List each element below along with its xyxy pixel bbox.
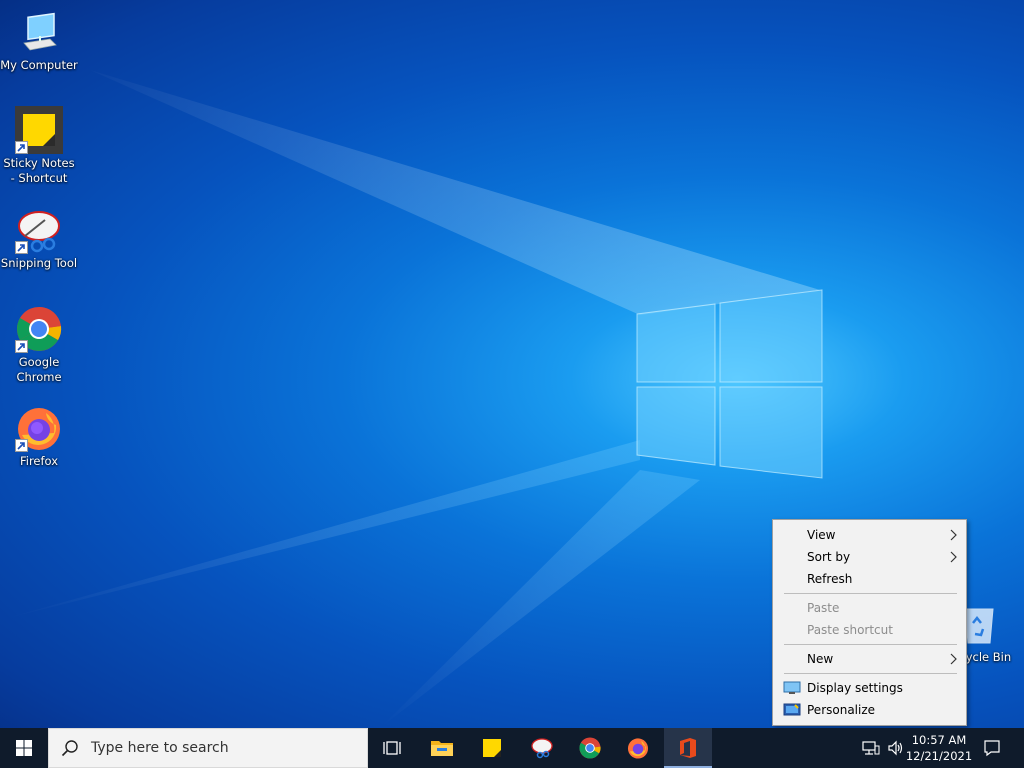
office-button[interactable] — [664, 728, 712, 768]
clock-date: 12/21/2021 — [905, 749, 973, 763]
menu-item-new[interactable]: New — [775, 648, 964, 670]
menu-separator — [784, 673, 957, 674]
taskbar-chrome[interactable] — [566, 728, 614, 768]
menu-item-paste[interactable]: Paste — [775, 597, 964, 619]
chevron-right-icon — [950, 653, 957, 665]
taskbar-sticky-notes[interactable] — [468, 728, 516, 768]
personalize-icon — [783, 703, 801, 716]
windows-logo-wallpaper — [636, 289, 823, 479]
search-icon — [61, 740, 78, 757]
speaker-icon — [888, 740, 903, 756]
office-icon — [680, 738, 696, 758]
menu-item-label: View — [807, 528, 836, 542]
file-explorer-icon — [431, 741, 453, 756]
snipping-tool-icon — [531, 738, 553, 759]
taskbar: Type here to search 10:57 AM 12/21/2021 — [0, 728, 1024, 768]
sticky-notes-icon — [15, 106, 63, 154]
menu-item-personalize[interactable]: Personalize — [775, 699, 964, 721]
desktop-icon-sticky-notes[interactable]: Sticky Notes - Shortcut — [0, 106, 78, 186]
menu-item-sort-by[interactable]: Sort by — [775, 546, 964, 568]
chevron-right-icon — [950, 551, 957, 563]
firefox-icon — [15, 404, 63, 452]
taskbar-snipping-tool[interactable] — [518, 728, 566, 768]
menu-item-display-settings[interactable]: Display settings — [775, 677, 964, 699]
display-settings-icon — [783, 681, 801, 694]
menu-separator — [784, 593, 957, 594]
menu-separator — [784, 644, 957, 645]
desktop-context-menu: View Sort by Refresh Paste Paste shortcu… — [772, 519, 967, 726]
shortcut-arrow-icon — [15, 241, 28, 254]
taskbar-search-box[interactable]: Type here to search — [48, 728, 368, 768]
menu-item-label: New — [807, 652, 834, 666]
desktop-icon-label: My Computer — [0, 58, 78, 72]
chevron-right-icon — [950, 529, 957, 541]
desktop-icon-label: Google Chrome — [16, 355, 62, 384]
desktop-icon-google-chrome[interactable]: Google Chrome — [0, 305, 78, 385]
menu-item-label: Display settings — [807, 681, 903, 695]
start-button[interactable] — [0, 728, 48, 768]
menu-item-label: Paste — [807, 601, 840, 615]
task-view-icon — [383, 741, 401, 755]
windows-start-icon — [16, 740, 32, 756]
clock-time: 10:57 AM — [911, 733, 967, 747]
firefox-icon — [627, 738, 649, 759]
search-placeholder: Type here to search — [91, 740, 229, 756]
menu-item-label: Paste shortcut — [807, 623, 893, 637]
shortcut-arrow-icon — [15, 141, 28, 154]
desktop-icon-my-computer[interactable]: My Computer — [0, 8, 78, 73]
network-icon — [862, 741, 880, 755]
desktop-icon-snipping-tool[interactable]: Snipping Tool — [0, 206, 78, 271]
computer-icon — [15, 8, 63, 56]
menu-item-view[interactable]: View — [775, 524, 964, 546]
desktop-icon-label: Snipping Tool — [0, 256, 78, 270]
taskbar-office-active[interactable] — [664, 728, 712, 768]
clock[interactable]: 10:57 AM 12/21/2021 — [905, 728, 973, 768]
chrome-icon — [579, 737, 601, 759]
menu-item-label: Sort by — [807, 550, 851, 564]
desktop-icon-label: Sticky Notes - Shortcut — [3, 156, 75, 185]
network-tray-button[interactable] — [858, 728, 884, 768]
chrome-icon — [15, 305, 63, 353]
shortcut-arrow-icon — [15, 439, 28, 452]
volume-tray-button[interactable] — [884, 728, 908, 768]
desktop-icon-firefox[interactable]: Firefox — [0, 404, 78, 469]
snipping-tool-icon — [15, 206, 63, 254]
menu-item-label: Refresh — [807, 572, 853, 586]
notification-icon — [984, 740, 1000, 757]
taskbar-firefox[interactable] — [614, 728, 662, 768]
menu-item-label: Personalize — [807, 703, 876, 717]
task-view-button[interactable] — [368, 728, 416, 768]
menu-item-refresh[interactable]: Refresh — [775, 568, 964, 590]
action-center-button[interactable] — [976, 728, 1008, 768]
sticky-notes-icon — [483, 739, 501, 757]
shortcut-arrow-icon — [15, 340, 28, 353]
desktop-icon-label: Firefox — [19, 454, 59, 468]
taskbar-file-explorer[interactable] — [418, 728, 466, 768]
menu-item-paste-shortcut[interactable]: Paste shortcut — [775, 619, 964, 641]
